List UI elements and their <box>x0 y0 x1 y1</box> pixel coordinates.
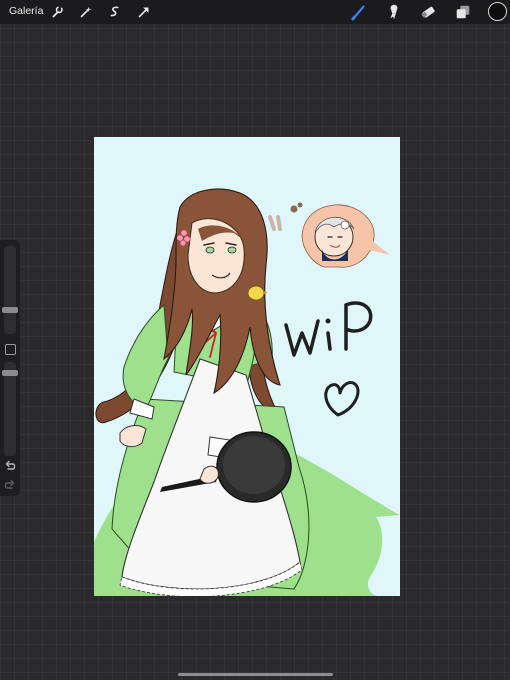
layers-icon[interactable] <box>454 3 472 21</box>
wrench-icon[interactable] <box>48 3 66 21</box>
home-indicator <box>178 673 333 676</box>
selection-icon[interactable] <box>106 3 124 21</box>
redo-icon[interactable] <box>3 478 17 492</box>
left-sidebar <box>0 240 20 496</box>
brush-icon[interactable] <box>350 3 368 21</box>
color-picker-button[interactable] <box>488 2 507 21</box>
eraser-icon[interactable] <box>419 3 437 21</box>
opacity-thumb[interactable] <box>2 370 18 376</box>
artwork-wip-illustration <box>94 188 400 596</box>
magic-wand-icon[interactable] <box>77 3 95 21</box>
top-toolbar: Galería <box>0 0 510 24</box>
brush-size-thumb[interactable] <box>2 307 18 313</box>
drawing-canvas[interactable] <box>94 137 400 596</box>
modify-square-icon[interactable] <box>5 344 16 355</box>
transform-arrow-icon[interactable] <box>135 3 153 21</box>
opacity-slider[interactable] <box>4 362 16 456</box>
gallery-button[interactable]: Galería <box>9 5 43 17</box>
undo-icon[interactable] <box>3 459 17 473</box>
smudge-icon[interactable] <box>385 3 403 21</box>
brush-size-slider[interactable] <box>4 246 16 334</box>
